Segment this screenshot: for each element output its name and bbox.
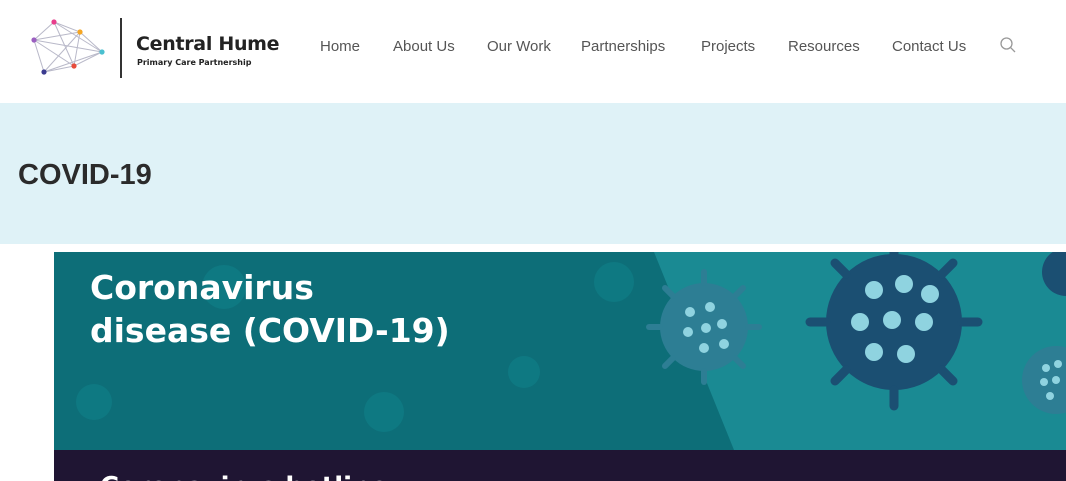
nav-home[interactable]: Home xyxy=(320,38,360,55)
covid-banner: Coronavirus disease (COVID-19) xyxy=(54,252,1066,450)
nav-partnerships[interactable]: Partnerships xyxy=(581,38,665,55)
site-header: Central Hume Primary Care Partnership Ho… xyxy=(0,0,1066,103)
network-triangle-logo-icon[interactable] xyxy=(30,18,110,78)
search-icon[interactable] xyxy=(999,36,1017,54)
nav-contact-us[interactable]: Contact Us xyxy=(892,38,966,55)
banner-title: Coronavirus disease (COVID-19) xyxy=(90,266,450,352)
page-title-band: COVID-19 xyxy=(0,103,1066,244)
nav-projects[interactable]: Projects xyxy=(701,38,755,55)
page-title: COVID-19 xyxy=(18,159,152,191)
logo-name[interactable]: Central Hume xyxy=(136,33,280,55)
logo-subtitle[interactable]: Primary Care Partnership xyxy=(137,58,251,67)
nav-resources[interactable]: Resources xyxy=(788,38,860,55)
logo-divider xyxy=(120,18,122,78)
hotline-bar: Coronavirus hotline xyxy=(54,450,1066,481)
virus-medium-icon xyxy=(646,269,762,385)
nav-about-us[interactable]: About Us xyxy=(393,38,455,55)
banner-title-line-1: Coronavirus xyxy=(90,268,314,307)
nav-our-work[interactable]: Our Work xyxy=(487,38,551,55)
banner-title-line-2: disease (COVID-19) xyxy=(90,311,450,350)
hotline-heading: Coronavirus hotline xyxy=(100,472,388,481)
